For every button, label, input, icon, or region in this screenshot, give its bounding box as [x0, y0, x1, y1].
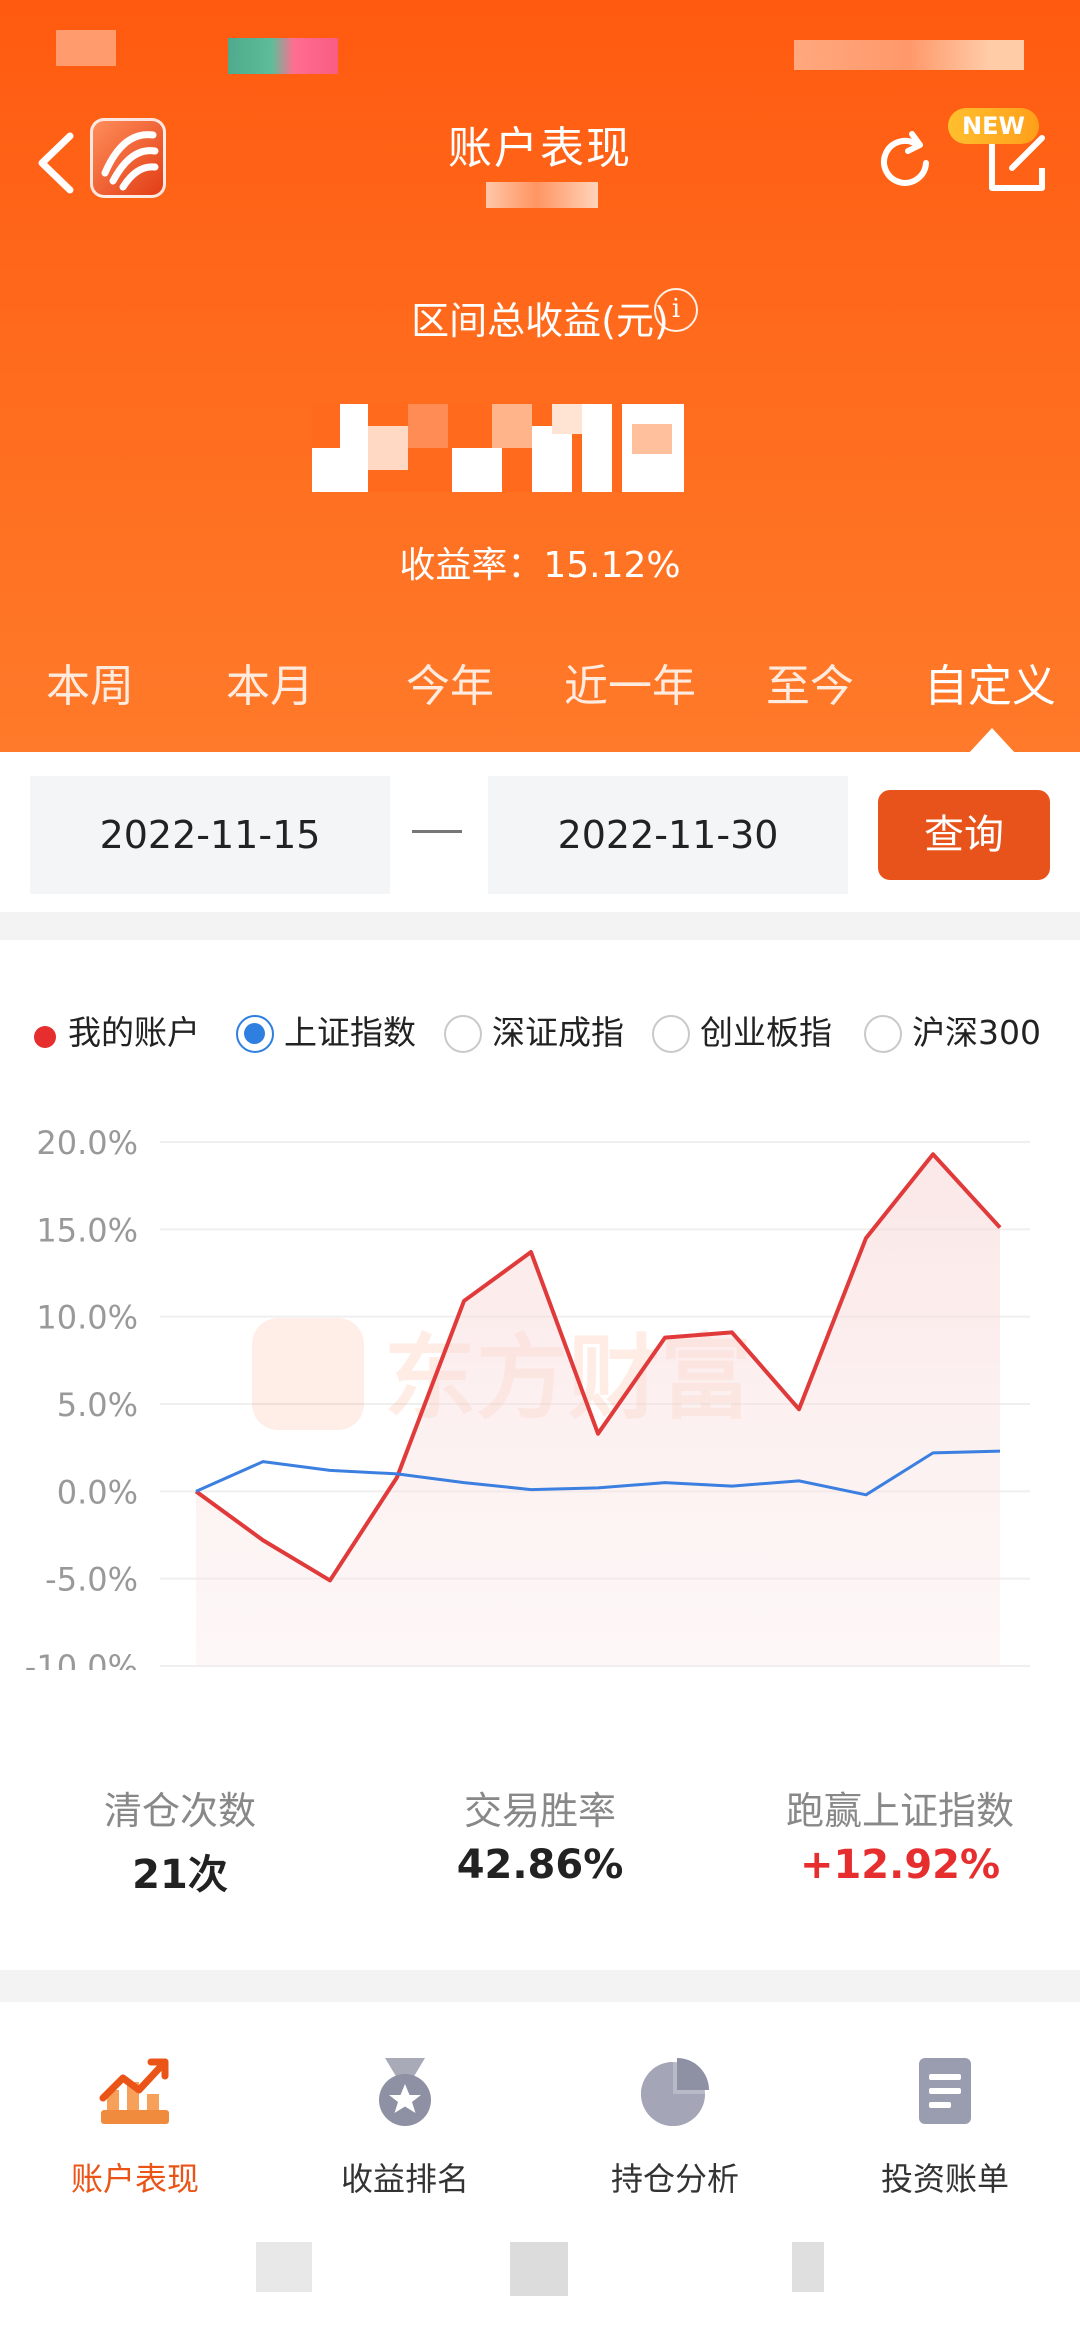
legend-csi300[interactable]: 沪深300 — [912, 1008, 1041, 1058]
end-date-field[interactable]: 2022-11-30 — [488, 776, 848, 894]
y-tick-label: 20.0% — [36, 1124, 138, 1162]
y-tick-label: 10.0% — [36, 1299, 138, 1337]
tab-this-month[interactable]: 本月 — [180, 650, 360, 714]
new-badge: NEW — [948, 108, 1039, 144]
query-button[interactable]: 查询 — [878, 790, 1050, 880]
info-icon[interactable]: i — [654, 288, 698, 332]
return-rate: 收益率：15.12% — [399, 545, 681, 586]
stat-value-beat-index: +12.92% — [799, 1842, 1001, 1888]
tab-custom[interactable]: 自定义 — [900, 650, 1080, 714]
tab-last-year[interactable]: 近一年 — [540, 650, 720, 714]
stat-label-clear-count: 清仓次数 — [103, 1789, 256, 1833]
profit-amount-masked — [312, 404, 684, 492]
radio-sse-index[interactable] — [236, 1015, 274, 1053]
trend-chart-icon — [99, 2058, 169, 2124]
medal-icon — [379, 2058, 431, 2126]
bottom-navigation: 账户表现 收益排名 持仓分析 投资账单 — [0, 2002, 1080, 2340]
radio-szse-component[interactable] — [444, 1015, 482, 1053]
active-tab-indicator — [968, 728, 1016, 752]
status-bar-right — [794, 40, 1024, 70]
tab-this-year[interactable]: 今年 — [360, 650, 540, 714]
date-range-section: 2022-11-15 2022-11-30 查询 — [0, 752, 1080, 912]
y-tick-label: -10.0% — [25, 1648, 138, 1670]
nav-label-investment-bill: 投资账单 — [880, 2160, 1009, 2198]
legend-my-account: 我的账户 — [68, 1013, 200, 1052]
legend-sse-index[interactable]: 上证指数 — [284, 1008, 416, 1058]
radio-chinext-index[interactable] — [652, 1015, 690, 1053]
y-tick-label: 0.0% — [57, 1473, 138, 1511]
system-nav-masked-2 — [510, 2242, 568, 2296]
system-nav-masked-1 — [256, 2242, 312, 2292]
nav-label-profit-ranking: 收益排名 — [340, 2160, 469, 2198]
status-bar-icons — [228, 38, 338, 74]
document-icon — [919, 2058, 971, 2124]
account-id-masked — [486, 182, 598, 208]
period-tabs: 本周 本月 今年 近一年 至今 自定义 — [0, 650, 1080, 712]
nav-label-holding-analysis: 持仓分析 — [610, 2160, 739, 2198]
stat-value-clear-count: 21次 — [132, 1852, 228, 1898]
app-root: 账户表现 NEW 区间总收益(元) i 收益率：15.12% 本周 本月 今年 … — [0, 0, 1080, 2340]
tab-this-week[interactable]: 本周 — [0, 650, 180, 714]
chart-card: 我的账户 上证指数 深证成指 创业板指 沪深300 20.0% 15.0% 10.0… — [0, 940, 1080, 1970]
y-tick-label: 5.0% — [57, 1386, 138, 1424]
nav-holding-analysis[interactable]: 持仓分析 — [540, 2054, 810, 2200]
nav-label-account-performance: 账户表现 — [70, 2160, 199, 2198]
nav-profit-ranking[interactable]: 收益排名 — [270, 2054, 540, 2200]
y-tick-label: 15.0% — [36, 1211, 138, 1249]
system-nav-masked-3 — [792, 2242, 824, 2292]
watermark-logo-icon — [252, 1318, 364, 1430]
my-account-dot — [34, 1026, 56, 1048]
header: 账户表现 NEW 区间总收益(元) i 收益率：15.12% 本周 本月 今年 … — [0, 0, 1080, 752]
stat-label-beat-index: 跑赢上证指数 — [785, 1789, 1014, 1833]
pie-chart-icon — [641, 2058, 709, 2126]
legend-szse-component[interactable]: 深证成指 — [492, 1008, 624, 1058]
stat-value-win-rate: 42.86% — [456, 1842, 624, 1888]
tab-to-date[interactable]: 至今 — [720, 650, 900, 714]
nav-account-performance[interactable]: 账户表现 — [0, 2054, 270, 2200]
date-separator — [412, 830, 462, 833]
performance-line-chart: 20.0%15.0%10.0%5.0%0.0%-5.0%-10.0%东方财富11… — [25, 1124, 1030, 1670]
chart-legend: 我的账户 上证指数 深证成指 创业板指 沪深300 — [0, 1008, 1080, 1064]
status-bar-left — [56, 30, 116, 66]
legend-chinext-index[interactable]: 创业板指 — [700, 1008, 832, 1058]
nav-investment-bill[interactable]: 投资账单 — [810, 2054, 1080, 2200]
stat-label-win-rate: 交易胜率 — [463, 1789, 616, 1833]
stats-row: 清仓次数 21次 交易胜率 42.86% 跑赢上证指数 +12.92% — [0, 1780, 1080, 1930]
start-date-field[interactable]: 2022-11-15 — [30, 776, 390, 894]
refresh-icon[interactable] — [870, 128, 940, 198]
radio-csi300[interactable] — [864, 1015, 902, 1053]
y-tick-label: -5.0% — [45, 1561, 138, 1599]
range-profit-label: 区间总收益(元) — [411, 299, 669, 343]
